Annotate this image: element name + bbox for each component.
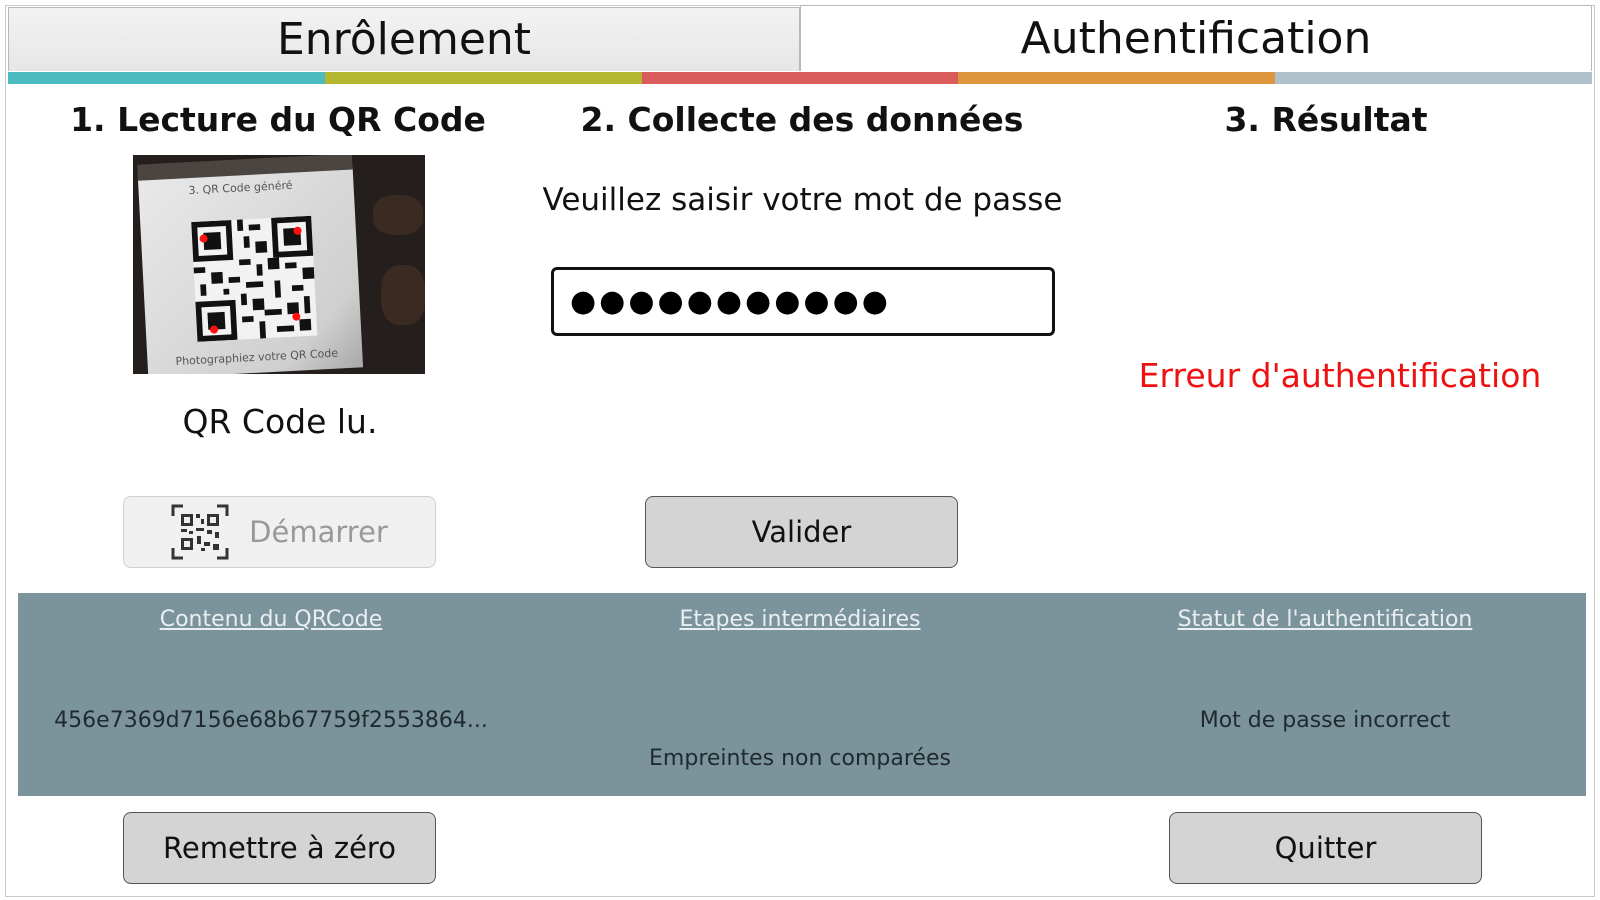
finger-shape bbox=[381, 265, 425, 325]
quit-button[interactable]: Quitter bbox=[1169, 812, 1482, 884]
password-input[interactable] bbox=[551, 267, 1055, 336]
qr-status-text: QR Code lu. bbox=[182, 402, 378, 441]
intermediate-steps-link[interactable]: Etapes intermédiaires bbox=[550, 607, 1050, 632]
validate-button[interactable]: Valider bbox=[645, 496, 958, 568]
qr-paper-header bbox=[137, 155, 353, 181]
accent-orange bbox=[958, 72, 1276, 84]
start-scan-button[interactable]: Démarrer bbox=[123, 496, 436, 568]
qr-scan-icon bbox=[171, 504, 229, 560]
auth-result-text: Erreur d'authentification bbox=[1138, 356, 1542, 395]
tab-enrolment[interactable]: Enrôlement bbox=[8, 7, 800, 71]
info-panel: Contenu du QRCode Etapes intermédiaires … bbox=[18, 593, 1586, 796]
step-title-result: 3. Résultat bbox=[1224, 100, 1428, 139]
step-title-qr: 1. Lecture du QR Code bbox=[70, 100, 486, 139]
qr-content-value: 456e7369d7156e68b67759f2553864... bbox=[54, 708, 488, 733]
intermediate-steps-value: Empreintes non comparées bbox=[649, 746, 951, 771]
finger-shape bbox=[373, 195, 423, 235]
accent-grey bbox=[1275, 72, 1592, 84]
qr-paper: 3. QR Code généré Photographiez votre QR… bbox=[137, 155, 364, 374]
auth-status-value: Mot de passe incorrect bbox=[1199, 708, 1451, 733]
qr-content-link[interactable]: Contenu du QRCode bbox=[21, 607, 521, 632]
accent-strip bbox=[8, 72, 1592, 84]
accent-red bbox=[641, 72, 959, 84]
accent-olive bbox=[324, 72, 642, 84]
qr-caption-top: 3. QR Code généré bbox=[188, 178, 293, 198]
reset-button[interactable]: Remettre à zéro bbox=[123, 812, 436, 884]
accent-teal bbox=[8, 72, 325, 84]
qr-caption-bottom: Photographiez votre QR Code bbox=[175, 346, 339, 369]
password-prompt: Veuillez saisir votre mot de passe bbox=[542, 182, 1063, 218]
auth-status-link[interactable]: Statut de l'authentification bbox=[1075, 607, 1575, 632]
tab-authentication[interactable]: Authentification bbox=[800, 5, 1592, 71]
qr-code-icon bbox=[191, 215, 318, 342]
step-title-data: 2. Collecte des données bbox=[580, 100, 1024, 139]
qr-camera-preview: 3. QR Code généré Photographiez votre QR… bbox=[133, 155, 425, 374]
start-button-label: Démarrer bbox=[249, 515, 388, 549]
